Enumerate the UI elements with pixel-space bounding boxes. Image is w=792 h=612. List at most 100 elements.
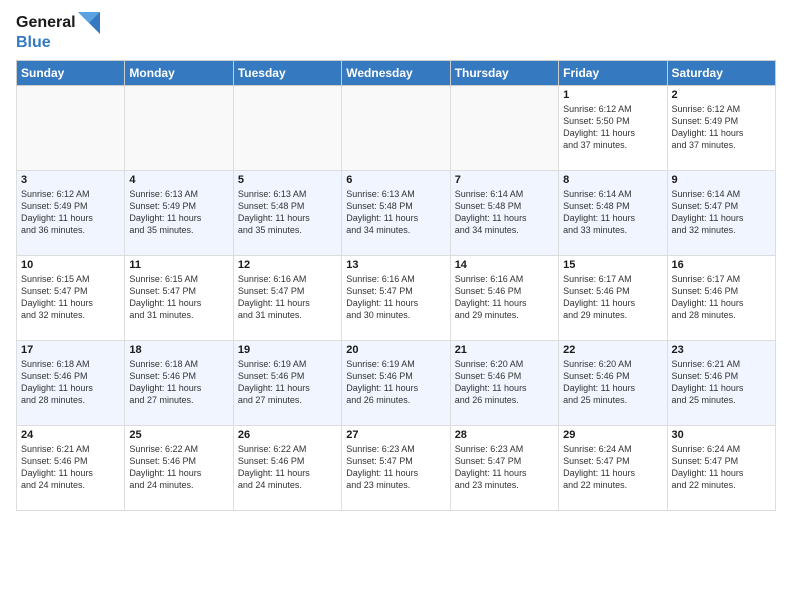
calendar-day-header: Monday — [125, 60, 233, 85]
day-number: 10 — [21, 259, 120, 271]
day-info: Sunrise: 6:20 AM Sunset: 5:46 PM Dayligh… — [563, 358, 662, 407]
day-number: 18 — [129, 344, 228, 356]
calendar-day-cell: 17 Sunrise: 6:18 AM Sunset: 5:46 PM Dayli… — [17, 340, 125, 425]
calendar-day-header: Tuesday — [233, 60, 341, 85]
day-number: 20 — [346, 344, 445, 356]
day-info: Sunrise: 6:12 AM Sunset: 5:49 PM Dayligh… — [672, 103, 771, 152]
day-info: Sunrise: 6:23 AM Sunset: 5:47 PM Dayligh… — [346, 443, 445, 492]
day-number: 12 — [238, 259, 337, 271]
calendar-day-cell: 15 Sunrise: 6:17 AM Sunset: 5:46 PM Dayli… — [559, 255, 667, 340]
calendar-day-cell: 4 Sunrise: 6:13 AM Sunset: 5:49 PM Daylig… — [125, 170, 233, 255]
day-number: 6 — [346, 174, 445, 186]
day-info: Sunrise: 6:18 AM Sunset: 5:46 PM Dayligh… — [21, 358, 120, 407]
day-info: Sunrise: 6:19 AM Sunset: 5:46 PM Dayligh… — [346, 358, 445, 407]
logo-text-general: General — [16, 14, 76, 32]
logo: General Blue — [16, 12, 100, 52]
day-info: Sunrise: 6:24 AM Sunset: 5:47 PM Dayligh… — [563, 443, 662, 492]
calendar-day-cell: 25 Sunrise: 6:22 AM Sunset: 5:46 PM Dayli… — [125, 425, 233, 510]
calendar-day-cell — [233, 85, 341, 170]
day-number: 21 — [455, 344, 554, 356]
calendar-day-cell: 28 Sunrise: 6:23 AM Sunset: 5:47 PM Dayli… — [450, 425, 558, 510]
day-info: Sunrise: 6:15 AM Sunset: 5:47 PM Dayligh… — [21, 273, 120, 322]
day-number: 26 — [238, 429, 337, 441]
day-number: 28 — [455, 429, 554, 441]
logo-text-blue: Blue — [16, 34, 51, 52]
day-number: 8 — [563, 174, 662, 186]
day-info: Sunrise: 6:14 AM Sunset: 5:48 PM Dayligh… — [563, 188, 662, 237]
day-number: 14 — [455, 259, 554, 271]
day-info: Sunrise: 6:22 AM Sunset: 5:46 PM Dayligh… — [129, 443, 228, 492]
day-info: Sunrise: 6:12 AM Sunset: 5:50 PM Dayligh… — [563, 103, 662, 152]
day-number: 13 — [346, 259, 445, 271]
page: General Blue SundayMondayTuesdayWednesda… — [0, 0, 792, 612]
calendar-day-cell: 21Sunrise: 6:20 AM Sunset: 5:46 PM Dayli… — [450, 340, 558, 425]
calendar-day-cell: 6 Sunrise: 6:13 AM Sunset: 5:48 PM Daylig… — [342, 170, 450, 255]
day-info: Sunrise: 6:15 AM Sunset: 5:47 PM Dayligh… — [129, 273, 228, 322]
day-info: Sunrise: 6:13 AM Sunset: 5:48 PM Dayligh… — [238, 188, 337, 237]
calendar-day-cell: 5 Sunrise: 6:13 AM Sunset: 5:48 PM Daylig… — [233, 170, 341, 255]
day-number: 5 — [238, 174, 337, 186]
calendar-day-cell: 13 Sunrise: 6:16 AM Sunset: 5:47 PM Dayli… — [342, 255, 450, 340]
calendar-day-cell: 7 Sunrise: 6:14 AM Sunset: 5:48 PM Daylig… — [450, 170, 558, 255]
calendar-day-cell: 30Sunrise: 6:24 AM Sunset: 5:47 PM Dayli… — [667, 425, 775, 510]
day-info: Sunrise: 6:21 AM Sunset: 5:46 PM Dayligh… — [672, 358, 771, 407]
day-info: Sunrise: 6:22 AM Sunset: 5:46 PM Dayligh… — [238, 443, 337, 492]
calendar-week-row: 17 Sunrise: 6:18 AM Sunset: 5:46 PM Dayli… — [17, 340, 776, 425]
day-number: 2 — [672, 89, 771, 101]
day-number: 7 — [455, 174, 554, 186]
logo-triangle-icon — [78, 12, 100, 34]
calendar-day-cell — [125, 85, 233, 170]
calendar-day-header: Sunday — [17, 60, 125, 85]
header: General Blue — [16, 12, 776, 52]
day-number: 25 — [129, 429, 228, 441]
calendar-day-cell: 26 Sunrise: 6:22 AM Sunset: 5:46 PM Dayli… — [233, 425, 341, 510]
day-number: 24 — [21, 429, 120, 441]
day-number: 30 — [672, 429, 771, 441]
day-number: 27 — [346, 429, 445, 441]
day-info: Sunrise: 6:23 AM Sunset: 5:47 PM Dayligh… — [455, 443, 554, 492]
calendar-day-cell: 9Sunrise: 6:14 AM Sunset: 5:47 PM Daylig… — [667, 170, 775, 255]
calendar-day-header: Friday — [559, 60, 667, 85]
day-number: 17 — [21, 344, 120, 356]
day-number: 22 — [563, 344, 662, 356]
calendar-day-cell: 23 Sunrise: 6:21 AM Sunset: 5:46 PM Dayli… — [667, 340, 775, 425]
day-info: Sunrise: 6:16 AM Sunset: 5:46 PM Dayligh… — [455, 273, 554, 322]
calendar-week-row: 3Sunrise: 6:12 AM Sunset: 5:49 PM Daylig… — [17, 170, 776, 255]
calendar-day-header: Saturday — [667, 60, 775, 85]
calendar-day-cell: 24 Sunrise: 6:21 AM Sunset: 5:46 PM Dayli… — [17, 425, 125, 510]
day-info: Sunrise: 6:17 AM Sunset: 5:46 PM Dayligh… — [563, 273, 662, 322]
calendar-day-cell: 27 Sunrise: 6:23 AM Sunset: 5:47 PM Dayli… — [342, 425, 450, 510]
day-info: Sunrise: 6:17 AM Sunset: 5:46 PM Dayligh… — [672, 273, 771, 322]
day-info: Sunrise: 6:21 AM Sunset: 5:46 PM Dayligh… — [21, 443, 120, 492]
calendar-day-cell: 14 Sunrise: 6:16 AM Sunset: 5:46 PM Dayli… — [450, 255, 558, 340]
calendar-week-row: 10 Sunrise: 6:15 AM Sunset: 5:47 PM Dayli… — [17, 255, 776, 340]
calendar-day-cell: 11 Sunrise: 6:15 AM Sunset: 5:47 PM Dayli… — [125, 255, 233, 340]
day-info: Sunrise: 6:16 AM Sunset: 5:47 PM Dayligh… — [346, 273, 445, 322]
day-info: Sunrise: 6:14 AM Sunset: 5:48 PM Dayligh… — [455, 188, 554, 237]
day-number: 4 — [129, 174, 228, 186]
day-number: 29 — [563, 429, 662, 441]
calendar-day-cell: 12Sunrise: 6:16 AM Sunset: 5:47 PM Dayli… — [233, 255, 341, 340]
calendar-header-row: SundayMondayTuesdayWednesdayThursdayFrid… — [17, 60, 776, 85]
calendar-day-cell: 29 Sunrise: 6:24 AM Sunset: 5:47 PM Dayli… — [559, 425, 667, 510]
calendar-day-cell: 10 Sunrise: 6:15 AM Sunset: 5:47 PM Dayli… — [17, 255, 125, 340]
day-number: 3 — [21, 174, 120, 186]
day-number: 11 — [129, 259, 228, 271]
calendar-day-cell: 18Sunrise: 6:18 AM Sunset: 5:46 PM Dayli… — [125, 340, 233, 425]
calendar-week-row: 24 Sunrise: 6:21 AM Sunset: 5:46 PM Dayli… — [17, 425, 776, 510]
calendar-day-header: Wednesday — [342, 60, 450, 85]
calendar-day-cell — [17, 85, 125, 170]
calendar-day-cell: 3Sunrise: 6:12 AM Sunset: 5:49 PM Daylig… — [17, 170, 125, 255]
day-number: 1 — [563, 89, 662, 101]
day-number: 23 — [672, 344, 771, 356]
calendar-day-cell: 19Sunrise: 6:19 AM Sunset: 5:46 PM Dayli… — [233, 340, 341, 425]
calendar-day-cell: 2 Sunrise: 6:12 AM Sunset: 5:49 PM Daylig… — [667, 85, 775, 170]
day-number: 9 — [672, 174, 771, 186]
day-info: Sunrise: 6:13 AM Sunset: 5:49 PM Dayligh… — [129, 188, 228, 237]
calendar-week-row: 1 Sunrise: 6:12 AM Sunset: 5:50 PM Daylig… — [17, 85, 776, 170]
calendar-day-cell: 16Sunrise: 6:17 AM Sunset: 5:46 PM Dayli… — [667, 255, 775, 340]
calendar-day-cell: 20 Sunrise: 6:19 AM Sunset: 5:46 PM Dayli… — [342, 340, 450, 425]
calendar-day-cell — [342, 85, 450, 170]
day-info: Sunrise: 6:13 AM Sunset: 5:48 PM Dayligh… — [346, 188, 445, 237]
day-number: 15 — [563, 259, 662, 271]
